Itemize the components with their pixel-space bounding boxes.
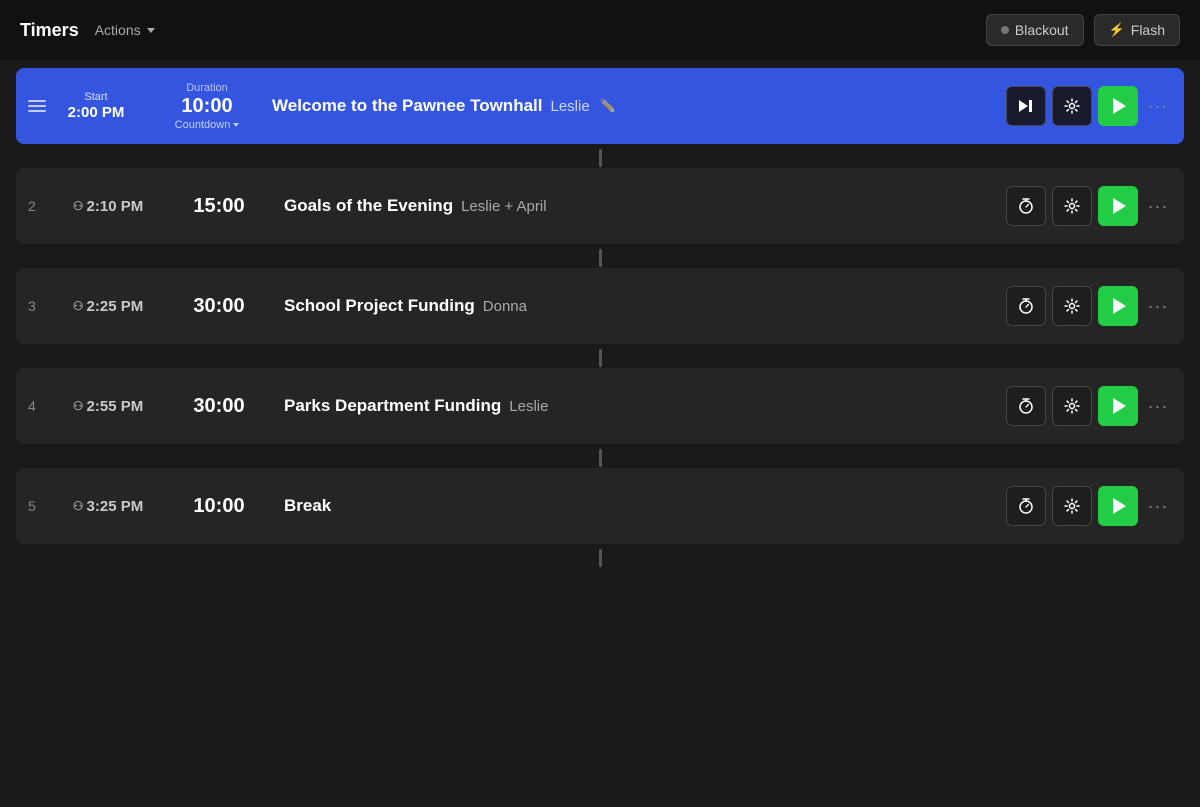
gear-icon: [1064, 98, 1080, 114]
play-icon: [1113, 298, 1126, 314]
row-actions-2: ···: [1006, 186, 1172, 226]
play-button-1[interactable]: [1098, 86, 1138, 126]
row-title-5: Break: [284, 496, 996, 516]
settings-button-5[interactable]: [1052, 486, 1092, 526]
actions-button[interactable]: Actions: [89, 18, 161, 42]
connector-1: [16, 148, 1184, 168]
connector-3: [16, 348, 1184, 368]
row-number-4: 4: [28, 398, 50, 414]
skip-button-5[interactable]: [1006, 486, 1046, 526]
play-icon: [1113, 498, 1126, 514]
skip-button-1[interactable]: [1006, 86, 1046, 126]
row-title-4: Parks Department Funding Leslie: [284, 396, 996, 416]
timer-row-1: Start 2:00 PM Duration 10:00 Countdown W…: [16, 68, 1184, 144]
settings-button-4[interactable]: [1052, 386, 1092, 426]
flash-icon: ⚡: [1109, 22, 1125, 38]
blackout-button[interactable]: Blackout: [986, 14, 1084, 46]
timer-row-2: 2 ⚇ 2:10 PM 15:00 Goals of the Evening L…: [16, 168, 1184, 244]
skip-button-3[interactable]: [1006, 286, 1046, 326]
stopwatch-icon: [1017, 297, 1035, 315]
gear-icon: [1064, 498, 1080, 514]
header: Timers Actions Blackout ⚡ Flash: [0, 0, 1200, 60]
countdown-badge-1[interactable]: Countdown: [175, 119, 240, 131]
row-presenter-2: Leslie + April: [461, 198, 546, 215]
stopwatch-icon: [1017, 397, 1035, 415]
row-title-2: Goals of the Evening Leslie + April: [284, 196, 996, 216]
stopwatch-icon: [1017, 197, 1035, 215]
gear-icon: [1064, 298, 1080, 314]
start-time-5: ⚇ 3:25 PM: [73, 498, 143, 515]
timer-row-5: 5 ⚇ 3:25 PM 10:00 Break: [16, 468, 1184, 544]
row-actions-3: ···: [1006, 286, 1172, 326]
gear-icon: [1064, 398, 1080, 414]
dot-icon: [1001, 26, 1009, 34]
row-title-text-5: Break: [284, 496, 331, 516]
start-time-2: ⚇ 2:10 PM: [73, 198, 143, 215]
duration-value-3: 30:00: [193, 295, 244, 318]
more-button-5[interactable]: ···: [1144, 486, 1172, 526]
settings-button-3[interactable]: [1052, 286, 1092, 326]
settings-button-2[interactable]: [1052, 186, 1092, 226]
flash-button[interactable]: ⚡ Flash: [1094, 14, 1180, 46]
link-icon: ⚇: [73, 199, 84, 213]
chevron-down-icon: [147, 28, 155, 33]
row-title-3: School Project Funding Donna: [284, 296, 996, 316]
row-number-2: 2: [28, 198, 50, 214]
connector-2: [16, 248, 1184, 268]
row-number-5: 5: [28, 498, 50, 514]
row-title-1: Welcome to the Pawnee Townhall Leslie ✏️: [272, 96, 996, 116]
duration-value-5: 10:00: [193, 495, 244, 518]
duration-value-4: 30:00: [193, 395, 244, 418]
skip-button-2[interactable]: [1006, 186, 1046, 226]
row-actions-1: ···: [1006, 86, 1172, 126]
row-presenter-4: Leslie: [509, 398, 548, 415]
play-button-4[interactable]: [1098, 386, 1138, 426]
gear-icon: [1064, 198, 1080, 214]
row-presenter-3: Donna: [483, 298, 527, 315]
timers-list: Start 2:00 PM Duration 10:00 Countdown W…: [0, 60, 1200, 576]
skip-icon: [1017, 97, 1035, 115]
play-icon: [1113, 398, 1126, 414]
row-presenter-1: Leslie: [550, 98, 589, 115]
link-icon: ⚇: [73, 299, 84, 313]
timer-row-4: 4 ⚇ 2:55 PM 30:00 Parks Department Fundi…: [16, 368, 1184, 444]
row-title-text-4: Parks Department Funding: [284, 396, 501, 416]
play-icon: [1113, 98, 1126, 114]
row-title-text-2: Goals of the Evening: [284, 196, 453, 216]
settings-button-1[interactable]: [1052, 86, 1092, 126]
edit-icon[interactable]: ✏️: [600, 98, 616, 114]
play-button-5[interactable]: [1098, 486, 1138, 526]
row-actions-5: ···: [1006, 486, 1172, 526]
start-time-4: ⚇ 2:55 PM: [73, 398, 143, 415]
row-number-3: 3: [28, 298, 50, 314]
play-button-3[interactable]: [1098, 286, 1138, 326]
timer-row-3: 3 ⚇ 2:25 PM 30:00 School Project Funding…: [16, 268, 1184, 344]
start-time-1: 2:00 PM: [68, 104, 125, 121]
row-title-text-3: School Project Funding: [284, 296, 475, 316]
play-button-2[interactable]: [1098, 186, 1138, 226]
start-label-1: Start: [84, 91, 107, 103]
link-icon: ⚇: [73, 399, 84, 413]
more-button-2[interactable]: ···: [1144, 186, 1172, 226]
connector-5: [16, 548, 1184, 568]
more-button-4[interactable]: ···: [1144, 386, 1172, 426]
row-actions-4: ···: [1006, 386, 1172, 426]
chevron-down-icon: [233, 123, 239, 127]
connector-4: [16, 448, 1184, 468]
row-title-text-1: Welcome to the Pawnee Townhall: [272, 96, 542, 116]
duration-value-2: 15:00: [193, 195, 244, 218]
more-button-1[interactable]: ···: [1144, 86, 1172, 126]
drag-handle[interactable]: [28, 100, 46, 112]
more-button-3[interactable]: ···: [1144, 286, 1172, 326]
play-icon: [1113, 198, 1126, 214]
duration-value-1: 10:00: [181, 95, 232, 118]
skip-button-4[interactable]: [1006, 386, 1046, 426]
start-time-3: ⚇ 2:25 PM: [73, 298, 143, 315]
duration-label-1: Duration: [186, 82, 228, 94]
page-title: Timers: [20, 20, 79, 41]
stopwatch-icon: [1017, 497, 1035, 515]
link-icon: ⚇: [73, 499, 84, 513]
